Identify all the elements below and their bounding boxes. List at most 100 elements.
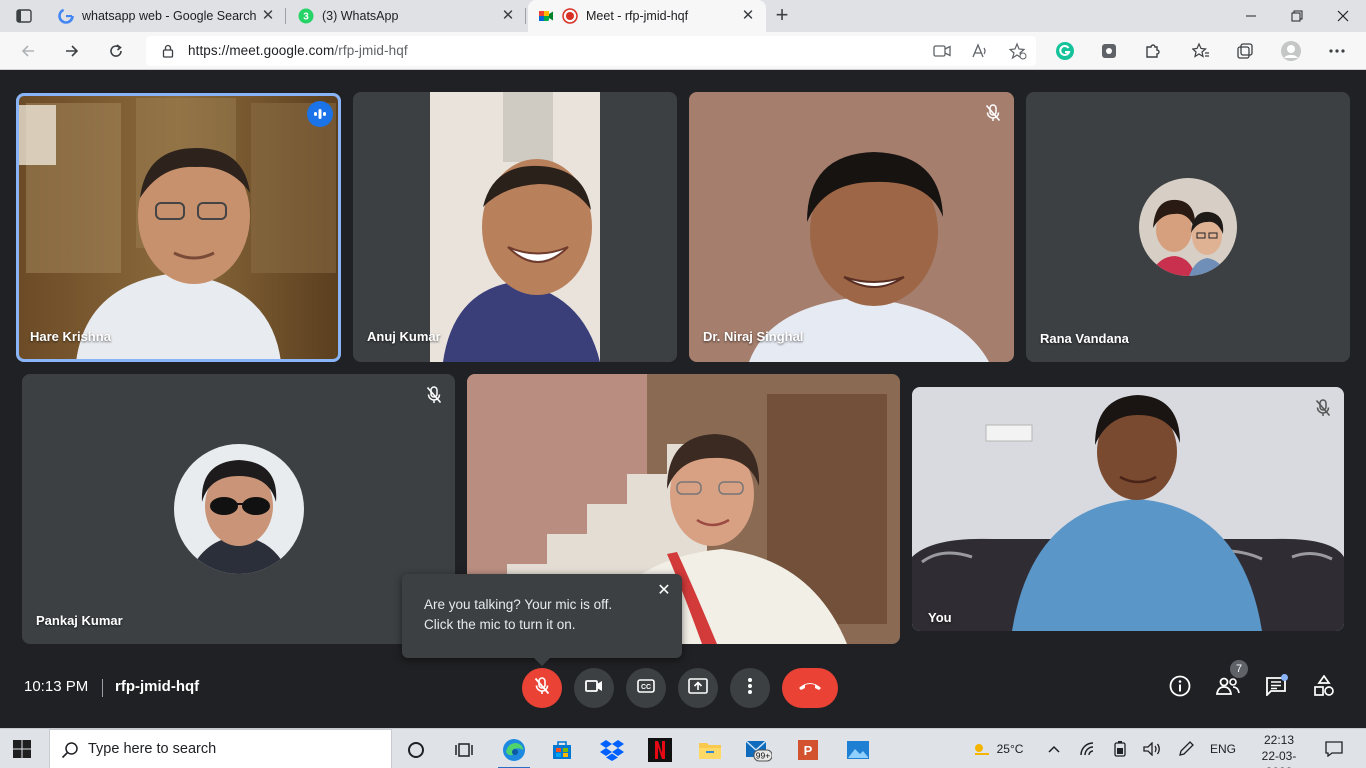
more-options-button[interactable] (730, 668, 770, 708)
minimize-button[interactable] (1228, 0, 1274, 32)
url-field[interactable]: https://meet.google.com/rfp-jmid-hqf (146, 36, 1036, 66)
file-explorer-icon[interactable] (688, 733, 732, 767)
camera-toggle-button[interactable] (574, 668, 614, 708)
speaking-indicator-icon (307, 101, 333, 127)
photos-icon[interactable] (836, 733, 880, 767)
pen-icon[interactable] (1174, 729, 1198, 768)
edge-browser-icon[interactable] (492, 733, 536, 768)
videocam-icon (585, 679, 603, 698)
windows-taskbar: Type here to search 99+ P 25°C ENG 22:13… (0, 728, 1366, 768)
svg-text:P: P (804, 743, 813, 758)
menu-more-icon[interactable] (1326, 40, 1348, 62)
weather-sun-icon (971, 740, 991, 759)
collections-icon[interactable] (1234, 40, 1256, 62)
microsoft-store-icon[interactable] (540, 733, 584, 767)
favorites-icon[interactable] (1190, 40, 1212, 62)
mic-toggle-button[interactable] (522, 668, 562, 708)
url-text: https://meet.google.com/rfp-jmid-hqf (188, 43, 408, 58)
call-end-icon (797, 679, 823, 697)
dropbox-icon[interactable] (590, 733, 634, 767)
recording-icon (562, 8, 578, 24)
divider (102, 679, 103, 697)
participant-name: You (928, 610, 952, 625)
extensions-puzzle-icon[interactable] (1142, 40, 1164, 62)
notifications-icon[interactable] (1320, 729, 1348, 768)
participant-video (912, 387, 1344, 631)
participant-count-badge: 7 (1230, 660, 1248, 678)
people-button[interactable] (1214, 674, 1242, 702)
read-aloud-icon[interactable] (970, 42, 990, 60)
taskbar-search-box[interactable]: Type here to search (49, 729, 392, 768)
meeting-time: 10:13 PM (24, 678, 89, 695)
participant-tile-pankaj-kumar[interactable]: Pankaj Kumar (22, 374, 455, 644)
tab-title: (3) WhatsApp (322, 9, 399, 23)
whatsapp-icon: 3 (298, 8, 314, 24)
meet-icon (538, 8, 554, 24)
tab-meet[interactable]: Meet - rfp-jmid-hqf ✕ (528, 0, 766, 32)
tooltip-line-1: Are you talking? Your mic is off. (424, 597, 613, 612)
weather-temp: 25°C (996, 742, 1024, 756)
whatsapp-badge: 3 (303, 12, 309, 23)
network-icon[interactable] (1076, 729, 1100, 768)
profile-icon[interactable] (1280, 40, 1302, 62)
meet-stage: Hare Krishna Anuj Kumar Dr. Niraj Singha… (0, 70, 1366, 728)
refresh-button[interactable] (102, 38, 130, 64)
netflix-icon[interactable] (638, 733, 682, 767)
participant-tile-anuj-kumar[interactable]: Anuj Kumar (353, 92, 677, 362)
activities-button[interactable] (1310, 674, 1338, 702)
add-favorite-icon[interactable] (1008, 42, 1028, 60)
google-icon (58, 8, 74, 24)
new-tab-button[interactable]: + (770, 4, 794, 28)
taskbar-date: 22-03-2022 (1261, 749, 1297, 768)
closed-captions-icon: CC (637, 678, 655, 698)
forward-button[interactable] (58, 38, 86, 64)
close-icon[interactable]: ✕ (656, 582, 672, 600)
battery-icon[interactable] (1108, 729, 1132, 768)
show-hidden-icons-chevron[interactable] (1042, 729, 1066, 768)
participant-video (16, 93, 341, 362)
mail-icon[interactable]: 99+ (736, 733, 780, 767)
weather-widget[interactable]: 25°C (962, 729, 1032, 768)
participant-name: Dr. Niraj Singhal (703, 329, 804, 344)
taskbar-clock[interactable]: 22:13 22-03-2022 (1252, 732, 1306, 768)
address-bar: https://meet.google.com/rfp-jmid-hqf (0, 32, 1366, 70)
mic-off-icon (534, 676, 550, 700)
participant-tile-hare-krishna[interactable]: Hare Krishna (16, 93, 341, 362)
captions-button[interactable]: CC (626, 668, 666, 708)
tab-whatsapp[interactable]: 3 (3) WhatsApp ✕ (288, 0, 526, 32)
leave-call-button[interactable] (782, 668, 838, 708)
participant-tile-you[interactable]: You (912, 387, 1344, 631)
restore-button[interactable] (1274, 0, 1320, 32)
volume-icon[interactable] (1140, 729, 1164, 768)
camera-permission-icon[interactable] (932, 42, 952, 60)
task-view-icon[interactable] (442, 733, 486, 767)
avatar (174, 444, 304, 574)
powerpoint-icon[interactable]: P (786, 733, 830, 767)
participant-video (689, 92, 1014, 362)
tooltip-line-2: Click the mic to turn it on. (424, 617, 576, 632)
close-window-button[interactable] (1320, 0, 1366, 32)
search-icon (61, 741, 79, 764)
lock-icon[interactable] (160, 43, 176, 59)
meeting-details-button[interactable] (1166, 674, 1194, 702)
participant-tile-rana-vandana[interactable]: Rana Vandana (1026, 92, 1350, 362)
grammarly-icon[interactable] (1054, 40, 1076, 62)
participant-video (353, 92, 677, 362)
windows-start-icon[interactable] (12, 739, 32, 759)
tab-actions-icon[interactable] (8, 6, 40, 26)
cortana-icon[interactable] (394, 733, 438, 767)
close-icon[interactable]: ✕ (740, 8, 756, 24)
participant-name: Hare Krishna (30, 329, 111, 344)
close-icon[interactable]: ✕ (260, 8, 276, 24)
extension-icon[interactable] (1098, 40, 1120, 62)
present-screen-button[interactable] (678, 668, 718, 708)
tab-google-search[interactable]: whatsapp web - Google Search ✕ (48, 0, 286, 32)
input-language[interactable]: ENG (1206, 729, 1240, 768)
tab-title: whatsapp web - Google Search (82, 9, 257, 23)
back-button[interactable] (14, 38, 42, 64)
url-path: /rfp-jmid-hqf (334, 43, 408, 58)
mic-off-icon (982, 102, 1004, 124)
search-placeholder: Type here to search (88, 741, 217, 757)
participant-tile-niraj-singhal[interactable]: Dr. Niraj Singhal (689, 92, 1014, 362)
close-icon[interactable]: ✕ (500, 8, 516, 24)
